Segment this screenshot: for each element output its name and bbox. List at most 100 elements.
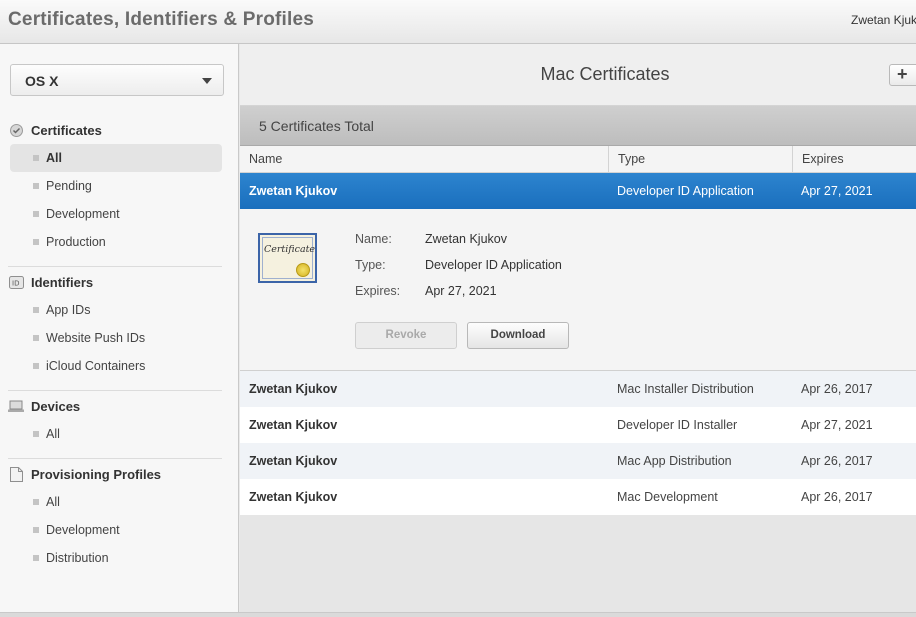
bullet bbox=[33, 155, 39, 161]
sidebar-item-label: iCloud Containers bbox=[46, 359, 146, 373]
sidebar-item-certificates-production[interactable]: Production bbox=[10, 228, 222, 256]
sidebar-item-label: App IDs bbox=[46, 303, 91, 317]
cell-expires: Apr 26, 2017 bbox=[801, 490, 873, 504]
page-title: Certificates, Identifiers & Profiles bbox=[8, 9, 315, 30]
seal-icon bbox=[296, 263, 310, 277]
user-name[interactable]: Zwetan Kjukov bbox=[851, 13, 916, 27]
sidebar-item-profiles-distribution[interactable]: Distribution bbox=[10, 544, 222, 572]
revoke-button[interactable]: Revoke bbox=[355, 322, 457, 349]
cell-type: Developer ID Installer bbox=[617, 418, 738, 432]
table-row[interactable]: Zwetan Kjukov Mac Installer Distribution… bbox=[240, 371, 916, 407]
section-label: Certificates bbox=[31, 122, 102, 138]
cell-expires: Apr 27, 2021 bbox=[801, 184, 873, 198]
sidebar-item-icloud-containers[interactable]: iCloud Containers bbox=[10, 352, 222, 380]
cell-expires: Apr 26, 2017 bbox=[801, 454, 873, 468]
sidebar-item-certificates-pending[interactable]: Pending bbox=[10, 172, 222, 200]
column-type[interactable]: Type bbox=[608, 146, 792, 173]
bottom-strip bbox=[0, 612, 916, 617]
empty-area bbox=[240, 515, 916, 612]
bullet bbox=[33, 555, 39, 561]
sidebar-item-label: All bbox=[46, 427, 60, 441]
bullet bbox=[33, 499, 39, 505]
detail-type-value: Developer ID Application bbox=[425, 258, 562, 272]
column-name[interactable]: Name bbox=[240, 146, 608, 173]
cell-type: Mac App Distribution bbox=[617, 454, 732, 468]
cell-type: Mac Installer Distribution bbox=[617, 382, 754, 396]
detail-name-label: Name: bbox=[355, 232, 392, 246]
download-button[interactable]: Download bbox=[467, 322, 569, 349]
detail-expires-label: Expires: bbox=[355, 284, 401, 298]
cell-type: Developer ID Application bbox=[617, 184, 754, 198]
sidebar-item-website-push-ids[interactable]: Website Push IDs bbox=[10, 324, 222, 352]
sidebar-item-certificates-development[interactable]: Development bbox=[10, 200, 222, 228]
svg-text:ID: ID bbox=[12, 279, 19, 287]
section-label: Provisioning Profiles bbox=[31, 466, 162, 482]
laptop-icon bbox=[8, 398, 24, 414]
bullet bbox=[33, 335, 39, 341]
cell-name: Zwetan Kjukov bbox=[249, 490, 338, 504]
table-header: Name Type Expires bbox=[240, 146, 916, 173]
total-bar: 5 Certificates Total bbox=[240, 106, 916, 146]
bullet bbox=[33, 239, 39, 245]
sidebar-item-label: Development bbox=[46, 207, 120, 221]
certificate-icon: Certificate bbox=[258, 233, 317, 283]
platform-value: OS X bbox=[25, 73, 59, 89]
section-provisioning-profiles[interactable]: Provisioning Profiles bbox=[8, 464, 161, 484]
certificate-count: 5 Certificates Total bbox=[259, 118, 374, 134]
sidebar-item-profiles-development[interactable]: Development bbox=[10, 516, 222, 544]
divider bbox=[8, 458, 222, 459]
sidebar-item-app-ids[interactable]: App IDs bbox=[10, 296, 222, 324]
sidebar-item-label: Pending bbox=[46, 179, 92, 193]
cell-expires: Apr 26, 2017 bbox=[801, 382, 873, 396]
bullet bbox=[33, 183, 39, 189]
sidebar-item-certificates-all[interactable]: All bbox=[10, 144, 222, 172]
detail-expires-value: Apr 27, 2021 bbox=[425, 284, 497, 298]
sidebar-item-label: Production bbox=[46, 235, 106, 249]
bullet bbox=[33, 431, 39, 437]
cell-name: Zwetan Kjukov bbox=[249, 382, 338, 396]
main-title: Mac Certificates bbox=[540, 64, 670, 84]
sidebar-item-devices-all[interactable]: All bbox=[10, 420, 222, 448]
cell-name: Zwetan Kjukov bbox=[249, 418, 338, 432]
id-icon: ID bbox=[8, 274, 24, 290]
table-row[interactable]: Zwetan Kjukov Mac Development Apr 26, 20… bbox=[240, 479, 916, 515]
certificate-detail: Certificate Name: Zwetan Kjukov Type: De… bbox=[240, 209, 916, 371]
cell-name: Zwetan Kjukov bbox=[249, 184, 338, 198]
certificate-icon-text: Certificate bbox=[264, 244, 316, 255]
section-label: Identifiers bbox=[31, 274, 94, 290]
sidebar-item-label: Website Push IDs bbox=[46, 331, 146, 345]
table-row-selected[interactable]: Zwetan Kjukov Developer ID Application A… bbox=[240, 173, 916, 209]
detail-name-value: Zwetan Kjukov bbox=[425, 232, 507, 246]
detail-type-label: Type: bbox=[355, 258, 386, 272]
sidebar-item-label: Distribution bbox=[46, 551, 109, 565]
add-certificate-button[interactable]: + bbox=[889, 64, 916, 86]
cell-expires: Apr 27, 2021 bbox=[801, 418, 873, 432]
table-row[interactable]: Zwetan Kjukov Mac App Distribution Apr 2… bbox=[240, 443, 916, 479]
sidebar-item-label: All bbox=[46, 495, 60, 509]
column-expires[interactable]: Expires bbox=[792, 146, 916, 173]
sidebar-item-label: Development bbox=[46, 523, 120, 537]
certificate-badge-icon bbox=[8, 122, 24, 138]
main-header: Mac Certificates + bbox=[240, 44, 916, 106]
divider bbox=[8, 390, 222, 391]
main-panel: Mac Certificates + 5 Certificates Total … bbox=[240, 44, 916, 612]
bullet bbox=[33, 527, 39, 533]
bullet bbox=[33, 211, 39, 217]
cell-name: Zwetan Kjukov bbox=[249, 454, 338, 468]
sidebar-item-label: All bbox=[46, 151, 62, 165]
cell-type: Mac Development bbox=[617, 490, 718, 504]
bullet bbox=[33, 363, 39, 369]
sidebar: OS X Certificates All Pending Developmen… bbox=[0, 44, 239, 612]
platform-select[interactable]: OS X bbox=[10, 64, 224, 96]
bullet bbox=[33, 307, 39, 313]
table-row[interactable]: Zwetan Kjukov Developer ID Installer Apr… bbox=[240, 407, 916, 443]
chevron-down-icon bbox=[202, 78, 212, 84]
section-certificates[interactable]: Certificates bbox=[8, 120, 102, 140]
section-identifiers[interactable]: ID Identifiers bbox=[8, 272, 93, 292]
document-icon bbox=[8, 466, 24, 482]
sidebar-item-profiles-all[interactable]: All bbox=[10, 488, 222, 516]
top-bar: Certificates, Identifiers & Profiles Zwe… bbox=[0, 0, 916, 44]
section-label: Devices bbox=[31, 398, 81, 414]
section-devices[interactable]: Devices bbox=[8, 396, 80, 416]
divider bbox=[8, 266, 222, 267]
